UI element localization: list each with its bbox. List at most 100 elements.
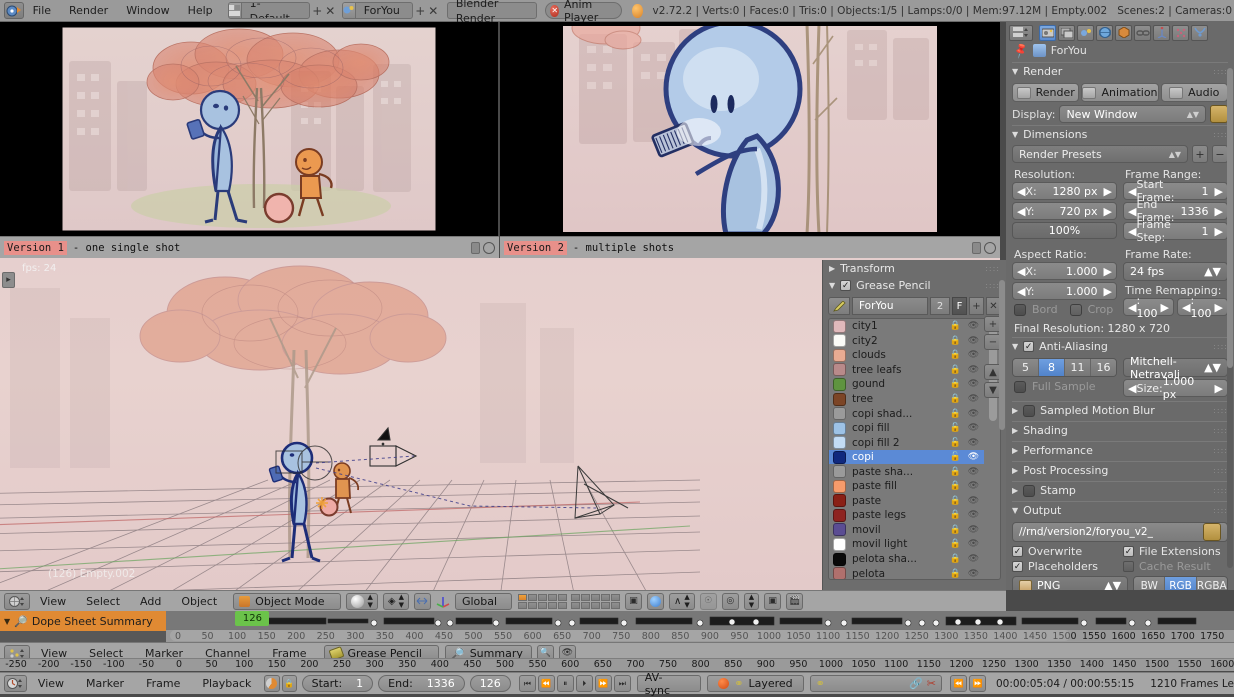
layer-color-swatch[interactable]	[833, 523, 846, 537]
chevron-right-icon[interactable]: ▶	[1215, 185, 1223, 198]
lock-icon[interactable]: 🔒	[950, 524, 961, 535]
delete-scene-button[interactable]: ✕	[428, 2, 439, 19]
add-preset-button[interactable]: +	[1192, 145, 1208, 163]
timeline-menu-view[interactable]: View	[27, 677, 75, 690]
chevron-right-icon[interactable]: ▶	[1215, 382, 1223, 395]
layer-row[interactable]: pelota sha... 🔒 👁	[829, 552, 984, 567]
aspect-x-field[interactable]: ◀ X: 1.000 ▶	[1012, 262, 1117, 280]
tab-physics[interactable]	[1191, 24, 1208, 41]
eye-icon[interactable]: 👁	[967, 335, 980, 346]
keying-set-control[interactable]: ⚭ Layered	[707, 675, 804, 692]
anim-player-button[interactable]: ✕ Anim Player	[545, 0, 623, 24]
output-path-field[interactable]: //rnd/version2/foryou_v2_	[1012, 522, 1228, 542]
dimensions-panel-header[interactable]: ▼ Dimensions ::::	[1012, 125, 1228, 143]
lock-icon[interactable]: 🔒	[281, 675, 297, 692]
layer-color-swatch[interactable]	[833, 552, 846, 566]
side-panel-scrollbar[interactable]	[999, 280, 1005, 430]
lock-icon[interactable]: 🔒	[950, 364, 961, 375]
scene-layers[interactable]	[518, 593, 621, 609]
color-mode-bw[interactable]: BW	[1134, 577, 1166, 590]
render-audio-button[interactable]: Audio	[1160, 83, 1228, 102]
layer-row[interactable]: paste legs 🔒 👁	[829, 508, 984, 523]
chevron-left-icon[interactable]: ◀	[1017, 185, 1025, 198]
performance-header[interactable]: ▶ Performance ::::	[1012, 441, 1228, 459]
jump-to-end-button[interactable]: ⏭	[613, 675, 631, 692]
layer-color-swatch[interactable]	[833, 450, 846, 464]
layer-color-swatch[interactable]	[833, 319, 846, 333]
layer-color-swatch[interactable]	[833, 363, 846, 377]
render-preview-toggle[interactable]: ☉	[699, 592, 717, 610]
frame-step-field[interactable]: ◀ Frame Step: 1 ▶	[1123, 218, 1228, 244]
post-processing-header[interactable]: ▶ Post Processing ::::	[1012, 461, 1228, 479]
chevron-down-icon[interactable]: ▼	[4, 617, 10, 626]
lock-icon[interactable]: 🔒	[950, 539, 961, 550]
active-keying-set-field[interactable]: ⚭ 🔗 ✂	[809, 675, 942, 692]
lock-icon[interactable]: 🔒	[950, 394, 961, 405]
layer-row[interactable]: paste 🔒 👁	[829, 494, 984, 509]
file-extensions-checkbox[interactable]: ✓	[1123, 546, 1134, 557]
properties-scrollbar[interactable]	[1227, 68, 1233, 568]
file-extensions-option[interactable]: ✓ File Extensions	[1123, 545, 1228, 558]
pivot-point-dropdown[interactable]: ◈ ▲ ▼	[382, 592, 409, 610]
panel-transform-header[interactable]: ▶ Transform ::::	[823, 260, 1006, 277]
lock-icon[interactable]: 🔒	[950, 554, 961, 565]
lock-icon[interactable]: 🔒	[950, 379, 961, 390]
editor-type-selector[interactable]	[1009, 24, 1033, 41]
layer-color-swatch[interactable]	[833, 348, 846, 362]
layer-row[interactable]: tree 🔒 👁	[829, 392, 984, 407]
new-datablock-button[interactable]: +	[969, 297, 984, 315]
next-keyframe-button[interactable]: ⏩	[594, 675, 612, 692]
scene-selector[interactable]: ForYou	[341, 2, 413, 19]
cache-result-checkbox[interactable]: ✓	[1123, 561, 1134, 572]
layer-row[interactable]: clouds 🔒 👁	[829, 348, 984, 363]
dopesheet-summary-channel[interactable]: ▼ 🔎 Dope Sheet Summary	[0, 611, 166, 631]
timeline-menu-frame[interactable]: Frame	[135, 677, 191, 690]
pin-icon[interactable]: 📌	[1012, 41, 1030, 59]
menu-help[interactable]: Help	[179, 0, 222, 22]
editor-type-selector[interactable]	[4, 592, 30, 610]
layer-color-swatch[interactable]	[833, 377, 846, 391]
layer-color-swatch[interactable]	[833, 421, 846, 435]
anti-aliasing-checkbox[interactable]: ✓	[1023, 341, 1035, 352]
file-format-dropdown[interactable]: PNG ▲▼	[1012, 576, 1129, 590]
lock-icon[interactable]: 🔒	[950, 568, 961, 579]
delete-screen-button[interactable]: ✕	[325, 2, 336, 19]
dopesheet-playhead[interactable]: 126	[235, 611, 270, 626]
grease-pencil-enable-checkbox[interactable]: ✓	[840, 280, 852, 291]
menu-render[interactable]: Render	[60, 0, 117, 22]
eye-icon[interactable]: 👁	[967, 568, 980, 579]
auto-keyframe-toggle[interactable]	[264, 675, 280, 692]
eye-icon[interactable]: 👁	[967, 350, 980, 361]
aspect-y-field[interactable]: ◀ Y: 1.000 ▶	[1012, 282, 1117, 300]
jump-to-start-button[interactable]: ⏮	[518, 675, 536, 692]
grease-pencil-users-count[interactable]: 2	[930, 297, 950, 315]
chevron-left-icon[interactable]: ◀	[1128, 205, 1136, 218]
lock-icon[interactable]: 🔒	[950, 510, 961, 521]
render-image-button[interactable]: Render	[1012, 83, 1080, 102]
chevron-right-icon[interactable]: ▶	[1104, 265, 1112, 278]
chevron-right-icon[interactable]: ▶	[1104, 205, 1112, 218]
unlock-icon[interactable]: 🔓	[950, 423, 961, 434]
jump-back-button[interactable]: ⏪	[949, 675, 967, 692]
panel-grease-pencil-header[interactable]: ▼ ✓ Grease Pencil ::::	[823, 277, 1006, 294]
aa-samples-segmented[interactable]: 5 8 11 16	[1012, 358, 1117, 377]
lock-icon[interactable]: 🔒	[950, 408, 961, 419]
blender-logo-icon[interactable]	[4, 2, 24, 19]
dopesheet-frame-ruler[interactable]: -250 -200 -150 -100 -50 0 50 100 150 200 250 300 350…	[0, 658, 1234, 671]
chevron-right-icon[interactable]: ▶	[1215, 225, 1223, 238]
resolution-x-field[interactable]: ◀ X: 1280 px ▶	[1012, 182, 1117, 200]
play-reverse-button[interactable]: ⏸	[556, 675, 574, 692]
eye-icon[interactable]: 👁	[967, 423, 980, 434]
chevron-right-icon[interactable]: ▶	[1215, 205, 1223, 218]
proportional-edit-toggle[interactable]	[647, 592, 665, 610]
proportional-falloff-dropdown[interactable]: ∧ ▲ ▼	[669, 592, 695, 610]
current-frame-control[interactable]: 126	[469, 675, 511, 692]
aa-sample-16[interactable]: 16	[1091, 359, 1116, 376]
unlock-icon[interactable]: 🔓	[950, 437, 961, 448]
output-panel-header[interactable]: ▼ Output ::::	[1012, 501, 1228, 519]
layer-row[interactable]: copi fill 🔓 👁	[829, 421, 984, 436]
add-screen-button[interactable]: +	[312, 2, 323, 19]
manipulator-icon[interactable]	[436, 594, 450, 608]
chevron-left-icon[interactable]: ◀	[1128, 225, 1136, 238]
tab-object-data[interactable]	[1153, 24, 1170, 41]
